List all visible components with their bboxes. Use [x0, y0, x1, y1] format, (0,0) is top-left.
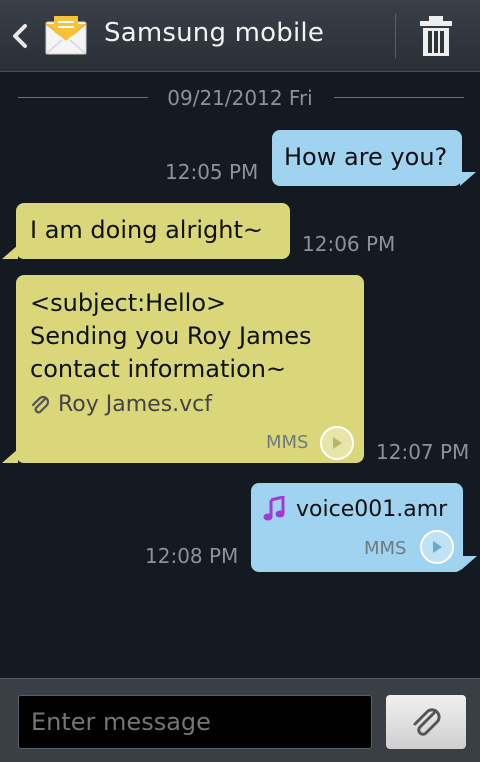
attach-button[interactable]	[386, 695, 466, 749]
bubble-tail	[461, 556, 477, 570]
message-thread[interactable]: 09/21/2012 Fri 12:05 PM How are you? I a…	[0, 72, 480, 678]
conversation-title: Samsung mobile	[104, 18, 325, 48]
messages-envelope-icon[interactable]	[42, 14, 90, 58]
message-time: 12:08 PM	[145, 544, 239, 568]
bubble-tail	[2, 449, 18, 463]
audio-attachment[interactable]: voice001.amr	[262, 496, 447, 522]
message-input[interactable]	[18, 695, 372, 749]
date-label: 09/21/2012 Fri	[167, 86, 313, 110]
bubble-tail	[460, 172, 476, 186]
message-time: 12:07 PM	[376, 440, 470, 464]
header-divider	[395, 14, 396, 58]
app-header: Samsung mobile	[0, 0, 480, 72]
paperclip-icon	[30, 394, 50, 416]
date-separator: 09/21/2012 Fri	[0, 84, 480, 110]
received-message-bubble[interactable]: I am doing alright~	[16, 203, 290, 259]
message-text: How are you?	[284, 143, 448, 171]
paperclip-icon	[409, 705, 443, 739]
attachment-filename: voice001.amr	[296, 496, 448, 522]
message-time: 12:05 PM	[165, 160, 259, 184]
attachment-filename: Roy James.vcf	[58, 392, 213, 417]
bubble-tail	[2, 245, 18, 259]
music-note-icon	[262, 496, 286, 522]
play-icon[interactable]	[420, 530, 454, 564]
vcard-attachment[interactable]: Roy James.vcf	[30, 392, 212, 417]
received-mms-bubble[interactable]: <subject:Hello> Sending you Roy James co…	[16, 275, 364, 463]
chevron-left-icon[interactable]	[6, 20, 34, 52]
date-line-right	[334, 97, 464, 98]
mms-body-line: contact information~	[30, 355, 287, 383]
sent-message-bubble[interactable]: How are you?	[272, 130, 462, 186]
mms-body-line: Sending you Roy James	[30, 322, 312, 350]
trash-icon[interactable]	[416, 14, 456, 58]
composer-bar	[0, 678, 480, 762]
mms-subject: <subject:Hello>	[30, 289, 227, 317]
message-time: 12:06 PM	[302, 232, 396, 256]
mms-type-label: MMS	[364, 538, 407, 559]
play-icon[interactable]	[320, 426, 354, 460]
mms-type-label: MMS	[266, 432, 309, 453]
message-text: I am doing alright~	[30, 216, 263, 244]
